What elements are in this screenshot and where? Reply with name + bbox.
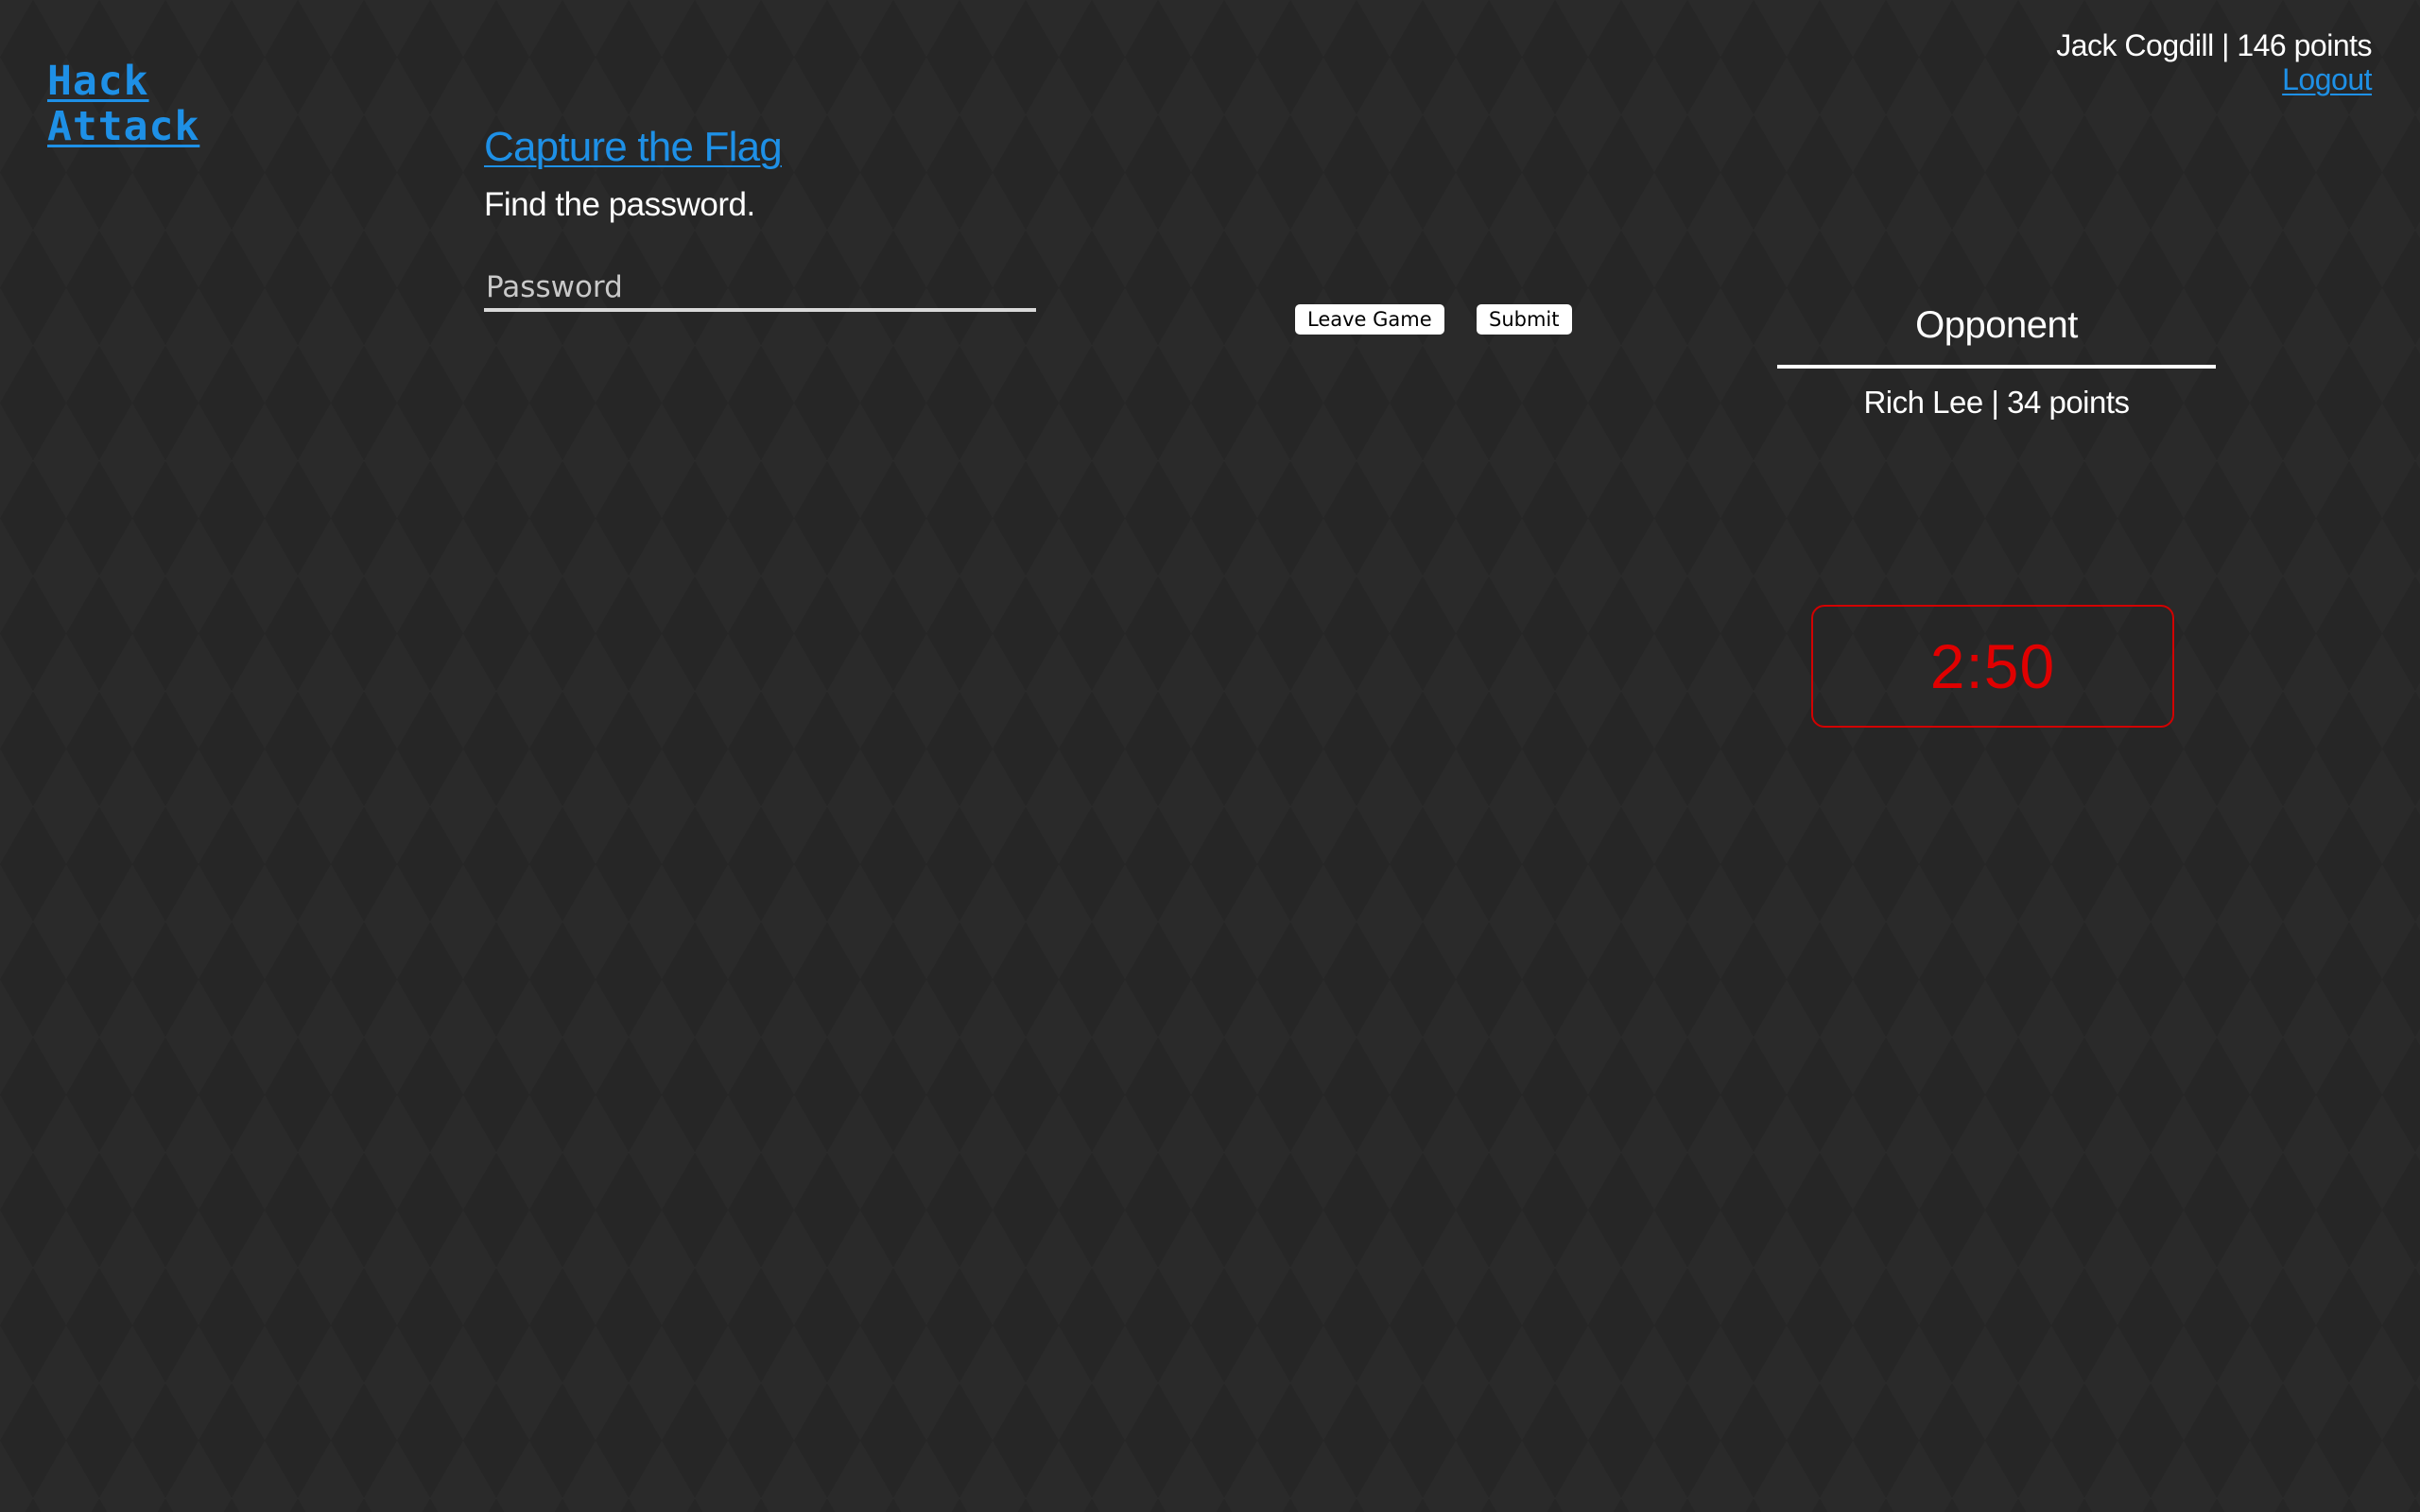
countdown-timer: 2:50 bbox=[1811, 605, 2174, 728]
opponent-panel: Opponent Rich Lee | 34 points bbox=[1777, 301, 2216, 421]
user-summary: Jack Cogdill | 146 points bbox=[2056, 28, 2372, 62]
game-title-link[interactable]: Capture the Flag bbox=[484, 121, 783, 174]
timer-value: 2:50 bbox=[1929, 631, 2056, 701]
password-input[interactable] bbox=[484, 266, 1036, 312]
opponent-info: Rich Lee | 34 points bbox=[1863, 385, 2130, 420]
logo-line-1: Hack bbox=[47, 58, 149, 105]
game-instruction: Find the password. bbox=[484, 186, 755, 223]
logout-link[interactable]: Logout bbox=[2282, 62, 2372, 96]
user-area: Jack Cogdill | 146 points Logout bbox=[2056, 28, 2372, 96]
game-main: Capture the Flag Find the password. bbox=[484, 121, 783, 225]
logo-line-2: Attack bbox=[47, 103, 200, 150]
hack-attack-logo-link[interactable]: Hack Attack bbox=[47, 59, 199, 149]
leave-game-button[interactable]: Leave Game bbox=[1295, 304, 1444, 335]
opponent-heading: Opponent bbox=[1777, 301, 2216, 369]
submit-button[interactable]: Submit bbox=[1477, 304, 1572, 335]
